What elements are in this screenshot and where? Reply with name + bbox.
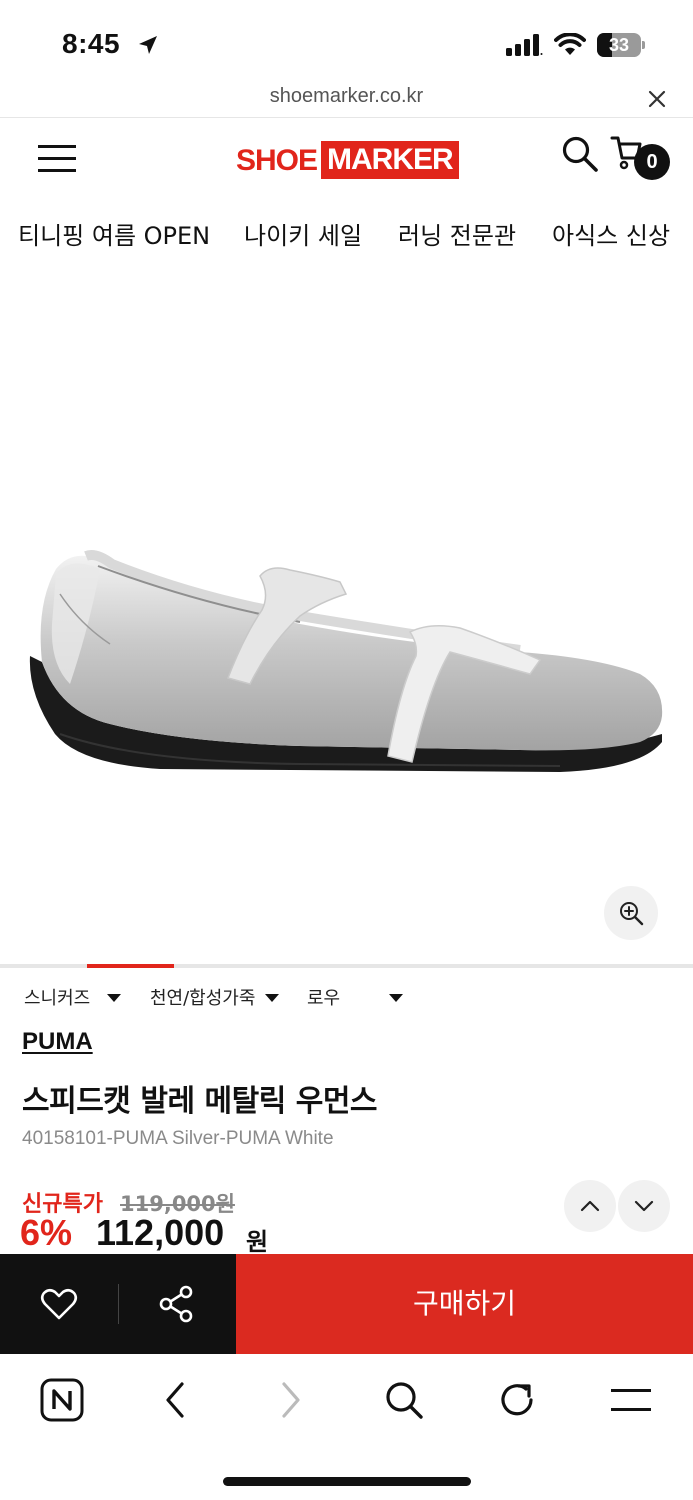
product-title: 스피드캣 발레 메탈릭 우먼스 [22,1084,378,1119]
brand-link[interactable]: PUMA [22,1028,93,1056]
back-icon[interactable] [152,1376,200,1424]
sale-price: 112,000 [96,1212,225,1253]
share-icon[interactable] [156,1284,198,1324]
chevron-down-icon[interactable] [389,994,403,1002]
forward-icon[interactable] [266,1376,314,1424]
buy-button[interactable]: 구매하기 [236,1254,693,1354]
product-tags: 스니커즈 천연/합성가죽 로우 [0,984,693,1014]
product-code: 40158101-PUMA Silver-PUMA White [22,1128,334,1149]
category-item[interactable]: 티니핑 여름 OPEN [18,216,210,251]
wifi-icon [554,32,586,61]
battery-percent: 33 [608,35,630,55]
close-icon[interactable] [646,88,668,114]
tag-item[interactable]: 천연/합성가죽 [150,984,255,1010]
heart-icon[interactable] [38,1284,80,1324]
action-left-panel [0,1254,236,1354]
gallery-progress [0,964,693,968]
tag-item[interactable]: 스니커즈 [24,984,90,1010]
logo-text-shoe: SHOE [236,144,318,177]
url-text[interactable]: shoemarker.co.kr [0,85,693,108]
status-bar: 8:45 33 [0,0,693,80]
chevron-down-icon[interactable] [107,994,121,1002]
home-indicator [223,1477,471,1486]
divider [118,1284,119,1324]
price-unit: 원 [246,1228,269,1256]
search-icon[interactable] [380,1376,428,1424]
hamburger-menu-icon[interactable] [38,144,76,178]
site-header: SHOE MARKER 0 [0,118,693,204]
naver-home-icon[interactable] [38,1376,86,1424]
category-item[interactable]: 나이키 세일 [244,216,362,251]
site-logo[interactable]: SHOE MARKER [236,141,459,179]
cellular-signal-icon [506,34,544,60]
address-bar[interactable]: shoemarker.co.kr [0,80,693,118]
chevron-up-icon [580,1200,600,1212]
tag-item[interactable]: 로우 [307,984,340,1010]
zoom-in-icon [620,902,644,926]
purchase-bar: 구매하기 [0,1254,693,1354]
menu-icon[interactable] [607,1376,655,1424]
cart-count-badge[interactable]: 0 [634,144,670,180]
logo-text-marker: MARKER [321,141,459,179]
battery-icon: 33 [597,33,645,57]
chevron-down-icon[interactable] [265,994,279,1002]
status-time: 8:45 [62,28,121,59]
browser-toolbar [0,1354,693,1500]
chevron-down-icon [634,1200,654,1212]
discount-percent: 6% [20,1212,73,1253]
category-item[interactable]: 러닝 전문관 [398,216,516,251]
refresh-icon[interactable] [493,1376,541,1424]
search-icon[interactable] [561,135,599,177]
category-nav: 티니핑 여름 OPEN 나이키 세일 러닝 전문관 아식스 신상 [0,204,693,264]
location-arrow-icon [136,33,160,61]
zoom-button[interactable] [604,886,658,940]
scroll-up-button[interactable] [564,1180,616,1232]
category-item[interactable]: 아식스 신상 [552,216,670,251]
scroll-down-button[interactable] [618,1180,670,1232]
product-image[interactable] [0,264,693,964]
gallery-progress-fill [87,964,174,968]
